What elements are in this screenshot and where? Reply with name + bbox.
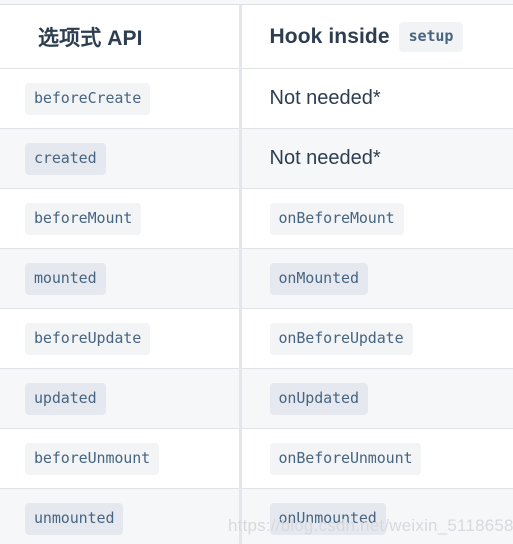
cell-options-api: mounted	[0, 248, 242, 309]
options-api-code-chip: unmounted	[25, 502, 124, 535]
cell-options-api: updated	[0, 368, 242, 429]
table-row: beforeCreate Not needed*	[0, 68, 513, 129]
hook-code-chip: onBeforeMount	[269, 202, 404, 235]
cell-options-api-inner: beforeUpdate	[0, 309, 239, 368]
hook-code-chip: onBeforeUpdate	[269, 322, 413, 355]
options-api-code-chip: beforeUpdate	[25, 322, 151, 355]
cell-options-api-inner: beforeCreate	[0, 69, 239, 128]
lifecycle-comparison-table-screenshot: 选项式 API Hook inside setup beforeCreate N…	[0, 0, 513, 544]
table-row: created Not needed*	[0, 128, 513, 189]
cell-hook: onBeforeUpdate	[240, 308, 513, 369]
cell-options-api-inner: beforeMount	[0, 189, 239, 248]
cell-hook: onMounted	[240, 248, 513, 309]
cell-options-api-inner: mounted	[0, 249, 239, 308]
cell-options-api: beforeUnmount	[0, 428, 242, 489]
cell-hook-inner: onUnmounted	[242, 489, 513, 544]
options-api-code-chip: mounted	[25, 262, 106, 295]
cell-options-api: created	[0, 128, 242, 189]
cell-options-api-inner: created	[0, 129, 239, 188]
table-top-cutoff-sliver	[0, 0, 513, 5]
table-row: beforeUpdate onBeforeUpdate	[0, 308, 513, 369]
cell-hook: onUpdated	[240, 368, 513, 429]
hook-code-chip: onUpdated	[269, 382, 368, 415]
table-header: 选项式 API Hook inside setup	[0, 5, 513, 69]
cell-hook-inner: Not needed*	[242, 69, 513, 128]
cell-hook-inner: onUpdated	[242, 369, 513, 428]
lifecycle-hooks-table: 选项式 API Hook inside setup beforeCreate N…	[0, 5, 513, 544]
cell-hook: onBeforeUnmount	[240, 428, 513, 489]
column-header-setup-code-chip: setup	[398, 21, 464, 52]
options-api-code-chip: beforeUnmount	[25, 442, 160, 475]
cell-hook-inner: onBeforeUnmount	[242, 429, 513, 488]
column-header-options-api-inner: 选项式 API	[0, 22, 239, 52]
cell-hook: Not needed*	[240, 128, 513, 189]
options-api-code-chip: created	[25, 142, 106, 175]
cell-options-api: beforeCreate	[0, 68, 242, 129]
cell-options-api: beforeUpdate	[0, 308, 242, 369]
hook-plain-text: Not needed*	[269, 147, 381, 169]
cell-hook: Not needed*	[240, 68, 513, 129]
column-header-options-api-label: 选项式 API	[38, 26, 143, 50]
cell-hook-inner: onBeforeUpdate	[242, 309, 513, 368]
cell-hook-inner: Not needed*	[242, 129, 513, 188]
table-row: beforeMount onBeforeMount	[0, 188, 513, 249]
table-container: 选项式 API Hook inside setup beforeCreate N…	[0, 5, 513, 544]
cell-options-api-inner: unmounted	[0, 489, 239, 544]
options-api-code-chip: beforeCreate	[25, 82, 151, 115]
cell-options-api-inner: beforeUnmount	[0, 429, 239, 488]
table-row: mounted onMounted	[0, 248, 513, 309]
hook-code-chip: onMounted	[269, 262, 368, 295]
cell-hook-inner: onMounted	[242, 249, 513, 308]
options-api-code-chip: beforeMount	[25, 202, 142, 235]
column-header-hook-inside-setup-inner: Hook inside setup	[242, 21, 513, 52]
cell-options-api: beforeMount	[0, 188, 242, 249]
hook-code-chip: onUnmounted	[269, 502, 386, 535]
column-header-options-api: 选项式 API	[0, 5, 242, 69]
hook-plain-text: Not needed*	[269, 87, 381, 109]
table-header-row: 选项式 API Hook inside setup	[0, 5, 513, 69]
cell-hook: onBeforeMount	[240, 188, 513, 249]
table-body: beforeCreate Not needed* created Not nee…	[0, 68, 513, 544]
column-header-hook-label: Hook inside	[269, 24, 390, 48]
table-row: beforeUnmount onBeforeUnmount	[0, 428, 513, 489]
cell-hook: onUnmounted	[240, 488, 513, 544]
hook-code-chip: onBeforeUnmount	[269, 442, 422, 475]
column-header-hook-inside-setup: Hook inside setup	[240, 5, 513, 69]
cell-options-api-inner: updated	[0, 369, 239, 428]
table-row: updated onUpdated	[0, 368, 513, 429]
options-api-code-chip: updated	[25, 382, 106, 415]
cell-options-api: unmounted	[0, 488, 242, 544]
cell-hook-inner: onBeforeMount	[242, 189, 513, 248]
table-row: unmounted onUnmounted	[0, 488, 513, 544]
